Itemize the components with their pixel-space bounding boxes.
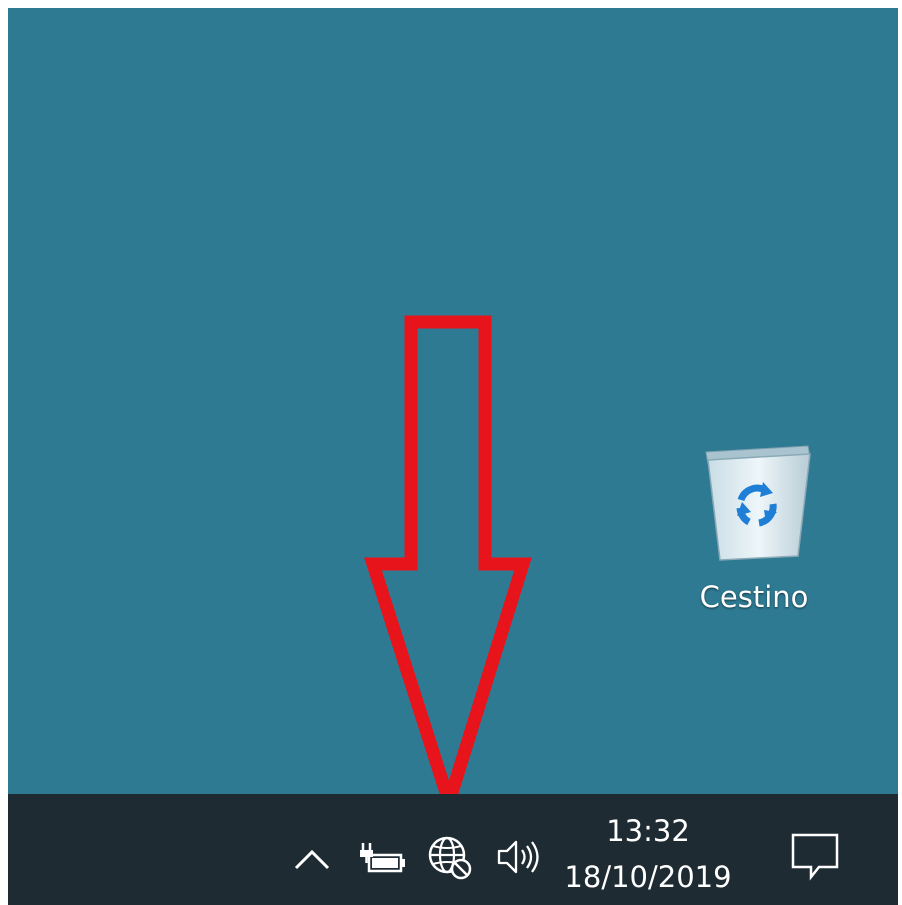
desktop-icon-recycle-bin[interactable]: Cestino bbox=[684, 428, 824, 628]
show-hidden-icons-button[interactable] bbox=[290, 840, 334, 880]
action-center-button[interactable] bbox=[780, 826, 850, 886]
battery-button[interactable] bbox=[356, 836, 410, 880]
battery-charging-icon bbox=[360, 843, 405, 873]
volume-icon bbox=[497, 840, 539, 874]
network-no-internet-icon bbox=[428, 836, 472, 880]
network-button[interactable] bbox=[422, 830, 478, 886]
screenshot-frame: Cestino 13:32 18/10/2019 bbox=[8, 8, 898, 905]
recycle-bin-label: Cestino bbox=[699, 580, 809, 614]
taskbar: 13:32 18/10/2019 bbox=[8, 794, 898, 905]
chevron-up-icon bbox=[294, 849, 330, 870]
clock-button[interactable]: 13:32 18/10/2019 bbox=[564, 802, 732, 900]
clock-time: 13:32 bbox=[606, 814, 690, 848]
clock-date: 18/10/2019 bbox=[564, 860, 732, 894]
volume-button[interactable] bbox=[492, 832, 550, 882]
desktop[interactable]: Cestino bbox=[8, 8, 898, 794]
notification-icon bbox=[791, 833, 839, 881]
recycle-bin-icon bbox=[698, 434, 816, 564]
